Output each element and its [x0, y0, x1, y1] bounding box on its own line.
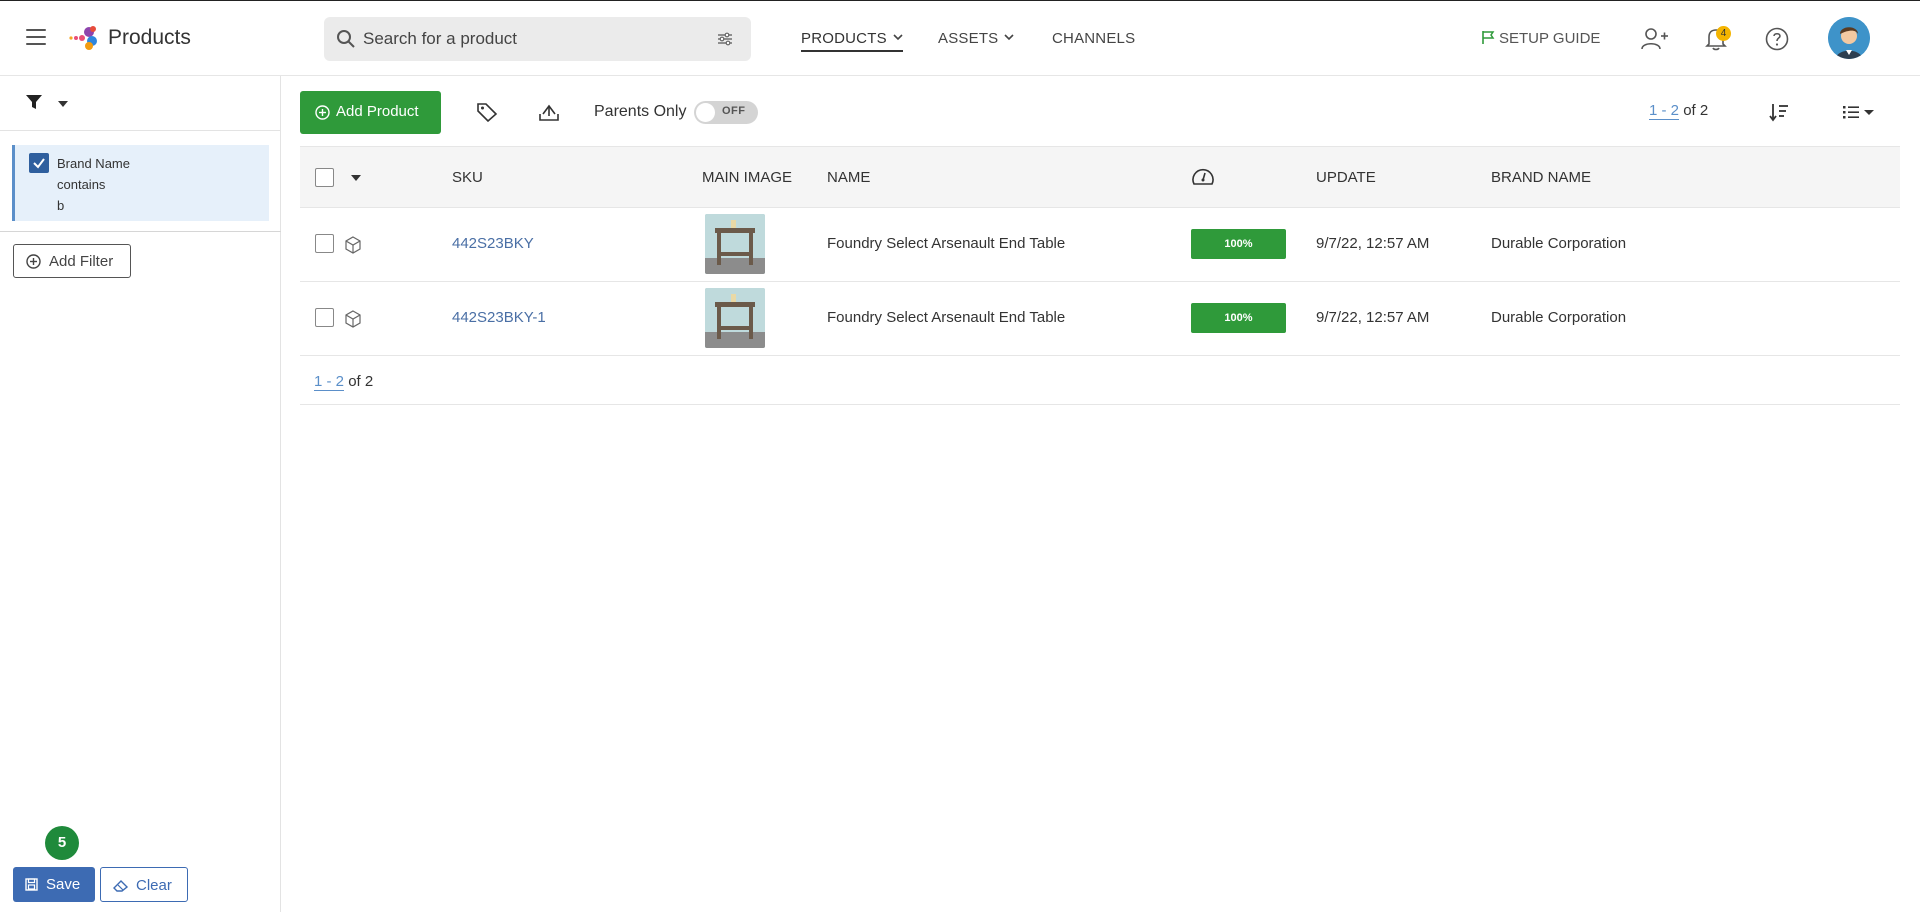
product-thumbnail[interactable] — [705, 214, 765, 274]
row-checkbox[interactable] — [315, 234, 334, 253]
gauge-icon[interactable] — [1191, 167, 1215, 187]
active-filter[interactable]: Brand Name contains b — [12, 145, 269, 221]
parents-only-label: Parents Only — [594, 103, 687, 120]
step-badge: 5 — [45, 826, 79, 860]
column-brand-name[interactable]: BRAND NAME — [1491, 169, 1591, 186]
divider — [300, 404, 1900, 405]
eraser-icon — [113, 880, 129, 892]
notification-badge: 4 — [1716, 26, 1731, 41]
column-main-image[interactable]: MAIN IMAGE — [702, 169, 792, 186]
pagination-top: 1 - 2 of 2 — [1649, 102, 1709, 120]
nav-assets-label: ASSETS — [938, 30, 999, 47]
save-button[interactable]: Save — [13, 867, 95, 902]
page-range-link[interactable]: 1 - 2 — [314, 373, 345, 391]
completeness-score: 100% — [1191, 303, 1286, 333]
avatar-image — [1828, 17, 1870, 59]
parents-only-toggle[interactable]: OFF — [694, 101, 758, 124]
filter-icon[interactable] — [26, 94, 42, 110]
filter-checkbox[interactable] — [29, 153, 49, 173]
filter-sidebar: Brand Name contains b Add Filter — [0, 76, 281, 912]
plus-circle-icon — [26, 254, 41, 269]
chevron-down-icon — [1004, 34, 1014, 41]
page-total: of 2 — [348, 373, 374, 390]
sort-icon[interactable] — [1769, 102, 1789, 122]
save-label: Save — [46, 876, 81, 893]
page-range-link[interactable]: 1 - 2 — [1649, 102, 1680, 120]
divider — [0, 231, 281, 232]
flag-icon — [1482, 31, 1495, 44]
column-sku[interactable]: SKU — [452, 169, 483, 186]
cube-icon — [345, 310, 361, 328]
add-filter-label: Add Filter — [49, 253, 114, 270]
cube-icon — [345, 236, 361, 254]
nav-channels-label: CHANNELS — [1052, 30, 1136, 47]
product-thumbnail[interactable] — [705, 288, 765, 348]
end-table-image — [705, 214, 765, 274]
product-name: Foundry Select Arsenault End Table — [827, 309, 1066, 326]
add-product-label: Add Product — [336, 103, 419, 120]
update-date: 9/7/22, 12:57 AM — [1316, 235, 1430, 252]
completeness-score: 100% — [1191, 229, 1286, 259]
page-total: of 2 — [1683, 102, 1709, 119]
toggle-knob — [696, 103, 715, 122]
caret-down-icon[interactable] — [351, 175, 361, 181]
nav-assets[interactable]: ASSETS — [938, 30, 1014, 47]
setup-guide-label: SETUP GUIDE — [1499, 30, 1601, 47]
nav-channels[interactable]: CHANNELS — [1052, 30, 1135, 47]
column-update[interactable]: UPDATE — [1316, 169, 1376, 186]
menu-icon[interactable] — [26, 29, 46, 47]
search-box — [324, 17, 751, 61]
toggle-state: OFF — [722, 105, 746, 117]
table-row[interactable]: 442S23BKY Foundry Select Arsenault End T… — [300, 208, 1900, 282]
brand-name: Durable Corporation — [1491, 309, 1627, 326]
filter-description: Brand Name contains b — [57, 153, 130, 216]
filter-header — [0, 76, 281, 131]
table-row[interactable]: 442S23BKY-1 Foundry Select Arsenault End… — [300, 282, 1900, 356]
select-all-checkbox[interactable] — [315, 168, 334, 187]
brand-name: Durable Corporation — [1491, 235, 1627, 252]
search-icon — [337, 30, 355, 48]
app-logo — [69, 26, 97, 50]
avatar[interactable] — [1828, 17, 1870, 59]
column-name[interactable]: NAME — [827, 169, 870, 186]
sliders-icon[interactable] — [717, 31, 733, 47]
pagination-bottom: 1 - 2 of 2 — [314, 373, 374, 391]
update-date: 9/7/22, 12:57 AM — [1316, 309, 1430, 326]
product-name: Foundry Select Arsenault End Table — [827, 235, 1066, 252]
add-filter-button[interactable]: Add Filter — [13, 244, 131, 278]
table-header: SKU MAIN IMAGE NAME UPDATE BRAND NAME — [300, 146, 1900, 208]
search-input[interactable] — [363, 17, 693, 61]
filter-value: b — [57, 198, 65, 213]
tag-icon[interactable] — [476, 102, 498, 122]
app-title: Products — [108, 26, 191, 49]
sku-link[interactable]: 442S23BKY-1 — [452, 309, 546, 326]
setup-guide-link[interactable]: SETUP GUIDE — [1481, 30, 1600, 47]
nav-products-label: PRODUCTS — [801, 30, 887, 47]
export-icon[interactable] — [538, 102, 560, 122]
row-checkbox[interactable] — [315, 308, 334, 327]
clear-label: Clear — [136, 877, 172, 894]
caret-down-icon[interactable] — [58, 101, 68, 107]
sku-link[interactable]: 442S23BKY — [452, 235, 534, 252]
filter-field: Brand Name — [57, 156, 130, 171]
add-product-button[interactable]: Add Product — [300, 91, 441, 134]
end-table-image — [705, 288, 765, 348]
clear-button[interactable]: Clear — [100, 867, 188, 902]
products-table: SKU MAIN IMAGE NAME UPDATE BRAND NAME 44… — [300, 146, 1900, 356]
check-icon — [33, 158, 45, 169]
chevron-down-icon — [893, 34, 903, 41]
nav-products[interactable]: PRODUCTS — [801, 30, 903, 52]
filter-operator: contains — [57, 177, 106, 192]
list-view-icon[interactable] — [1842, 104, 1876, 120]
help-icon[interactable] — [1765, 27, 1789, 51]
add-user-icon[interactable] — [1641, 27, 1669, 51]
plus-circle-icon — [315, 105, 330, 120]
top-bar: Products PRODUCTS ASSETS CHANNELS SETUP … — [0, 0, 1920, 76]
save-icon — [25, 878, 38, 891]
